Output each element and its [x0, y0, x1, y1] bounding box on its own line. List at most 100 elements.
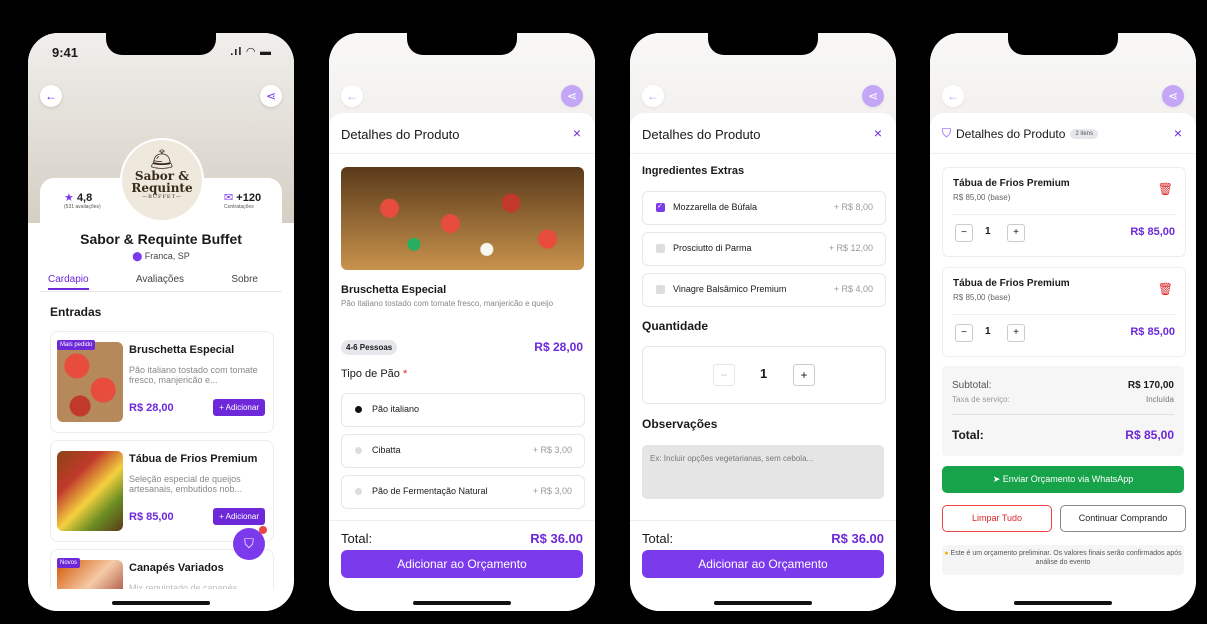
sheet-title: Detalhes do Produto — [341, 127, 460, 142]
cart-item: Tábua de Frios Premium R$ 85,00 (base) 🗑… — [942, 167, 1186, 257]
tab-avaliacoes[interactable]: Avaliações — [136, 274, 184, 290]
increase-button[interactable]: + — [1007, 324, 1025, 342]
bread-option[interactable]: Cibatta + R$ 3,00 — [341, 434, 585, 468]
decrease-button[interactable]: − — [955, 324, 973, 342]
total-label: Total: — [341, 531, 373, 546]
cart-item: Tábua de Frios Premium R$ 85,00 (base) 🗑… — [942, 267, 1186, 357]
add-to-quote-button[interactable]: Adicionar ao Orçamento — [642, 550, 884, 578]
back-button[interactable]: ← — [40, 85, 62, 107]
item-description: Seleção especial de queijos artesanais, … — [129, 474, 243, 494]
observations-textarea[interactable]: Ex: Incluir opções vegetarianas, sem ceb… — [642, 445, 884, 499]
logo-line-2: Requinte — [131, 181, 193, 195]
add-button[interactable]: + Adicionar — [213, 399, 265, 416]
extra-option[interactable]: Prosciutto di Parma + R$ 12,00 — [642, 232, 886, 266]
option-extra: + R$ 12,00 — [828, 243, 873, 253]
rating-stat: ★ 4,8 (531 avaliações) — [64, 191, 101, 210]
add-button[interactable]: + Adicionar — [213, 508, 265, 525]
add-to-quote-button[interactable]: Adicionar ao Orçamento — [341, 550, 583, 578]
subtotal-label: Subtotal: — [952, 380, 992, 391]
summary-box: Subtotal: R$ 170,00 Taxa de serviço: Inc… — [942, 366, 1184, 456]
bottom-bar — [28, 589, 294, 611]
item-name: Bruschetta Especial — [129, 344, 235, 356]
cart-item-divider — [953, 214, 1175, 215]
cart-item-qty: 1 — [985, 326, 991, 337]
product-image — [341, 167, 584, 270]
extra-option[interactable]: Mozzarella de Búfala + R$ 8,00 — [642, 191, 886, 225]
item-count-badge: 2 itens — [1070, 128, 1099, 139]
increase-button[interactable]: + — [1007, 224, 1025, 242]
radio-icon — [355, 447, 362, 454]
option-label: Cibatta — [372, 445, 401, 455]
rating-value: 4,8 — [76, 192, 93, 204]
share-icon: ⋖ — [265, 89, 277, 103]
cart-item-name: Tábua de Frios Premium — [953, 178, 1070, 189]
menu-item[interactable]: Tábua de Frios Premium Seleção especial … — [50, 440, 274, 542]
observations-heading: Observações — [642, 417, 718, 431]
phone-menu-screen: 9:41 .ıl ◠ ▬ ← ⋖ 🛎 Sabor & Requinte —BUF… — [28, 33, 294, 611]
profile-tabs: Cardapio Avaliações Sobre — [48, 274, 274, 290]
product-sheet: Detalhes do Produto × Ingredientes Extra… — [630, 113, 896, 611]
plus-button[interactable]: + — [793, 364, 815, 386]
restaurant-logo: 🛎 Sabor & Requinte —BUFFET— — [120, 138, 204, 222]
home-indicator — [413, 601, 511, 605]
home-indicator — [1014, 601, 1112, 605]
city-text: Franca, SP — [144, 251, 190, 261]
item-description: Pão italiano tostado com tomate fresco, … — [129, 365, 258, 385]
option-label: Pão italiano — [372, 404, 420, 414]
trash-icon[interactable]: 🗑 — [1158, 182, 1173, 196]
bread-option[interactable]: Pão de Fermentação Natural + R$ 3,00 — [341, 475, 585, 509]
whatsapp-send-button[interactable]: ➤ Enviar Orçamento via WhatsApp — [942, 466, 1184, 493]
contracts-label: Contratações — [224, 204, 254, 210]
tab-cardapio[interactable]: Cardapio — [48, 274, 89, 290]
minus-button[interactable]: − — [713, 364, 735, 386]
product-name: Bruschetta Especial — [341, 284, 447, 296]
cart-item-price: R$ 85,00 — [1130, 326, 1175, 338]
continue-shopping-button[interactable]: Continuar Comprando — [1060, 505, 1186, 532]
cloche-icon: 🛎 — [149, 147, 175, 171]
bread-option[interactable]: Pão italiano — [341, 393, 585, 427]
decrease-button[interactable]: − — [955, 224, 973, 242]
close-icon[interactable]: × — [874, 125, 882, 141]
option-label: Pão de Fermentação Natural — [372, 486, 488, 496]
total-divider — [329, 520, 595, 521]
cart-item-qty: 1 — [985, 226, 991, 237]
fee-label: Taxa de serviço: — [952, 395, 1010, 404]
required-mark: * — [402, 368, 408, 380]
status-time: 9:41 — [52, 45, 79, 60]
quantity-heading: Quantidade — [642, 319, 709, 333]
tab-sobre[interactable]: Sobre — [231, 274, 258, 290]
product-sheet: Detalhes do Produto × Bruschetta Especia… — [329, 113, 595, 611]
option-extra: + R$ 4,00 — [833, 284, 873, 294]
sheet-title: Detalhes do Produto — [642, 127, 761, 142]
bread-heading: Tipo de Pão * — [341, 368, 407, 380]
restaurant-name: Sabor & Requinte Buffet — [80, 231, 242, 247]
trash-icon[interactable]: 🗑 — [1158, 282, 1173, 296]
shopping-bag-icon: ⛉ — [244, 536, 254, 551]
close-icon[interactable]: × — [573, 125, 581, 141]
subtotal-value: R$ 170,00 — [1127, 380, 1174, 391]
mail-icon: ✉ — [224, 192, 234, 204]
extras-heading: Ingredientes Extras — [642, 165, 745, 177]
total-label: Total: — [642, 531, 674, 546]
cart-item-price: R$ 85,00 — [1130, 226, 1175, 238]
notch — [708, 33, 818, 55]
clear-all-button[interactable]: Limpar Tudo — [942, 505, 1052, 532]
share-button[interactable]: ⋖ — [260, 85, 282, 107]
phone-product-details: ← ⋖ Detalhes do Produto × Bruschetta Esp… — [329, 33, 595, 611]
status-icons: .ıl ◠ ▬ — [230, 46, 272, 58]
option-extra: + R$ 3,00 — [532, 486, 572, 496]
lightbulb-icon: ● — [944, 550, 949, 557]
extra-option[interactable]: Vinagre Balsâmico Premium + R$ 4,00 — [642, 273, 886, 307]
serves-badge: 4-6 Pessoas — [341, 340, 398, 355]
tabs-divider — [40, 291, 282, 292]
bread-heading-text: Tipo de Pão — [341, 368, 400, 380]
sheet-title: Detalhes do Produto — [956, 126, 1066, 141]
notch — [407, 33, 517, 55]
whatsapp-label: Enviar Orçamento via WhatsApp — [1002, 474, 1134, 484]
sheet-divider — [930, 153, 1196, 154]
menu-item[interactable]: Mais pedido Bruschetta Especial Pão ital… — [50, 331, 274, 433]
disclaimer-note: ● Este é um orçamento preliminar. Os val… — [942, 545, 1184, 575]
bruschetta-image — [57, 342, 123, 422]
send-icon: ➤ — [992, 474, 1001, 484]
close-icon[interactable]: × — [1174, 125, 1182, 141]
